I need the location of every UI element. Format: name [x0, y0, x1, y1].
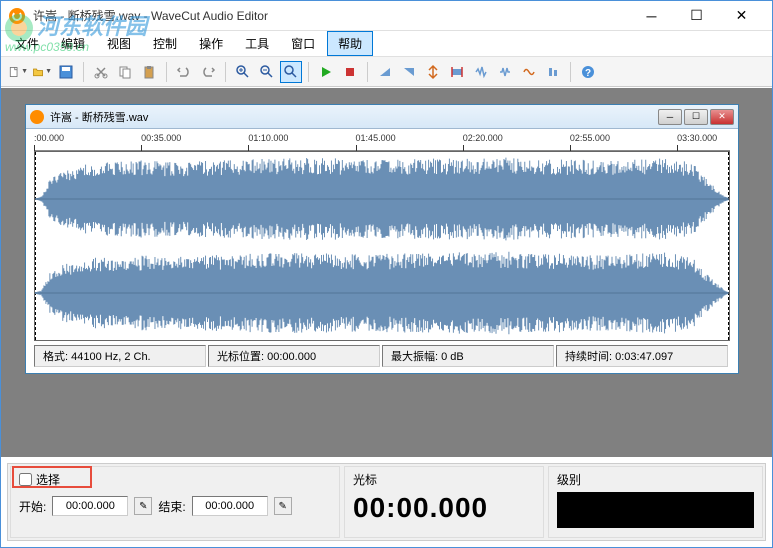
- level-panel: 级别: [548, 466, 763, 538]
- cursor-panel-label: 光标: [353, 471, 535, 488]
- document-icon: [30, 110, 44, 124]
- end-time-input[interactable]: [192, 496, 268, 516]
- effect3-button[interactable]: [518, 61, 540, 83]
- close-button[interactable]: ✕: [719, 2, 764, 30]
- toolbar: ▼ ▼ ?: [1, 57, 772, 87]
- start-label: 开始:: [19, 498, 46, 515]
- end-picker-button[interactable]: ✎: [274, 497, 292, 515]
- svg-text:?: ?: [585, 68, 591, 79]
- level-panel-label: 级别: [557, 471, 754, 488]
- menu-view[interactable]: 视图: [97, 32, 141, 55]
- menu-file[interactable]: 文件: [5, 32, 49, 55]
- start-time-input[interactable]: [52, 496, 128, 516]
- selection-label: 选择: [36, 471, 60, 488]
- document-status-bar: 格式: 44100 Hz, 2 Ch. 光标位置: 00:00.000 最大振幅…: [34, 345, 730, 367]
- menu-bar: 文件 编辑 视图 控制 操作 工具 窗口 帮助: [1, 31, 772, 57]
- effect4-button[interactable]: [542, 61, 564, 83]
- stop-button[interactable]: [339, 61, 361, 83]
- start-picker-button[interactable]: ✎: [134, 497, 152, 515]
- fade-in-button[interactable]: [374, 61, 396, 83]
- waveform-display[interactable]: [34, 151, 730, 341]
- effect2-button[interactable]: [494, 61, 516, 83]
- level-meter: [557, 492, 754, 528]
- open-file-button[interactable]: ▼: [31, 61, 53, 83]
- time-ruler[interactable]: :00.000 00:35.000 01:10.000 01:45.000 02…: [34, 133, 730, 151]
- cursor-panel: 光标 00:00.000: [344, 466, 544, 538]
- copy-button[interactable]: [114, 61, 136, 83]
- menu-window[interactable]: 窗口: [281, 32, 325, 55]
- maximize-button[interactable]: ☐: [674, 2, 719, 30]
- status-peak: 最大振幅: 0 dB: [382, 345, 554, 367]
- zoom-in-button[interactable]: [232, 61, 254, 83]
- paste-button[interactable]: [138, 61, 160, 83]
- window-titlebar: 许嵩 - 断桥残雪.wav - WaveCut Audio Editor ─ ☐…: [1, 1, 772, 31]
- window-title: 许嵩 - 断桥残雪.wav - WaveCut Audio Editor: [33, 7, 629, 24]
- workspace: 许嵩 - 断桥残雪.wav ─ ☐ ✕ :00.000 00:35.000 01…: [1, 88, 772, 457]
- doc-minimize-button[interactable]: ─: [658, 109, 682, 125]
- cursor-time-display: 00:00.000: [353, 492, 535, 524]
- cut-button[interactable]: [90, 61, 112, 83]
- selection-panel: 选择 开始: ✎ 结束: ✎: [10, 466, 340, 538]
- doc-maximize-button[interactable]: ☐: [684, 109, 708, 125]
- minimize-button[interactable]: ─: [629, 2, 674, 30]
- help-button[interactable]: ?: [577, 61, 599, 83]
- menu-tools[interactable]: 工具: [235, 32, 279, 55]
- menu-help[interactable]: 帮助: [327, 31, 373, 56]
- document-window: 许嵩 - 断桥残雪.wav ─ ☐ ✕ :00.000 00:35.000 01…: [25, 104, 739, 374]
- status-format: 格式: 44100 Hz, 2 Ch.: [34, 345, 206, 367]
- status-cursor: 光标位置: 00:00.000: [208, 345, 380, 367]
- menu-ops[interactable]: 操作: [189, 32, 233, 55]
- waveform-right-channel: [35, 246, 729, 340]
- fade-out-button[interactable]: [398, 61, 420, 83]
- document-titlebar[interactable]: 许嵩 - 断桥残雪.wav ─ ☐ ✕: [26, 105, 738, 129]
- end-label: 结束:: [158, 498, 185, 515]
- selection-checkbox[interactable]: [19, 473, 32, 486]
- status-duration: 持续时间: 0:03:47.097: [556, 345, 728, 367]
- effect1-button[interactable]: [470, 61, 492, 83]
- redo-button[interactable]: [197, 61, 219, 83]
- save-button[interactable]: [55, 61, 77, 83]
- menu-edit[interactable]: 编辑: [51, 32, 95, 55]
- doc-close-button[interactable]: ✕: [710, 109, 734, 125]
- bottom-panel: 选择 开始: ✎ 结束: ✎ 光标 00:00.000 级别: [7, 463, 766, 541]
- undo-button[interactable]: [173, 61, 195, 83]
- menu-control[interactable]: 控制: [143, 32, 187, 55]
- zoom-fit-button[interactable]: [280, 61, 302, 83]
- normalize-button[interactable]: [422, 61, 444, 83]
- zoom-out-button[interactable]: [256, 61, 278, 83]
- waveform-left-channel: [35, 152, 729, 246]
- play-button[interactable]: [315, 61, 337, 83]
- app-icon: [9, 8, 25, 24]
- trim-button[interactable]: [446, 61, 468, 83]
- document-title: 许嵩 - 断桥残雪.wav: [50, 109, 658, 125]
- new-file-button[interactable]: ▼: [7, 61, 29, 83]
